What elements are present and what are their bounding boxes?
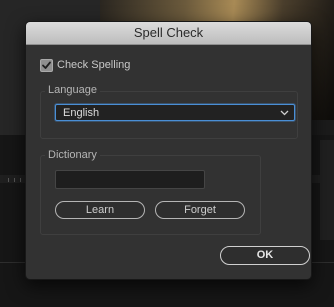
dictionary-legend: Dictionary <box>45 149 100 161</box>
forget-button[interactable]: Forget <box>155 201 245 219</box>
checkmark-icon <box>42 61 51 69</box>
spell-check-dialog: Spell Check Check Spelling Language Engl… <box>25 21 312 280</box>
check-spelling-checkbox[interactable] <box>40 58 53 72</box>
language-select-value: English <box>63 107 100 119</box>
language-select[interactable]: English <box>55 104 295 121</box>
background-scrollbar <box>320 140 334 240</box>
dictionary-group <box>40 155 261 235</box>
check-spelling-label: Check Spelling <box>57 59 131 71</box>
dialog-title: Spell Check <box>26 22 311 45</box>
language-legend: Language <box>45 84 100 96</box>
ok-button[interactable]: OK <box>220 246 310 265</box>
chevron-down-icon <box>280 110 289 116</box>
dictionary-word-input[interactable] <box>55 170 205 189</box>
check-spelling-row[interactable]: Check Spelling <box>40 57 130 73</box>
learn-button[interactable]: Learn <box>55 201 145 219</box>
